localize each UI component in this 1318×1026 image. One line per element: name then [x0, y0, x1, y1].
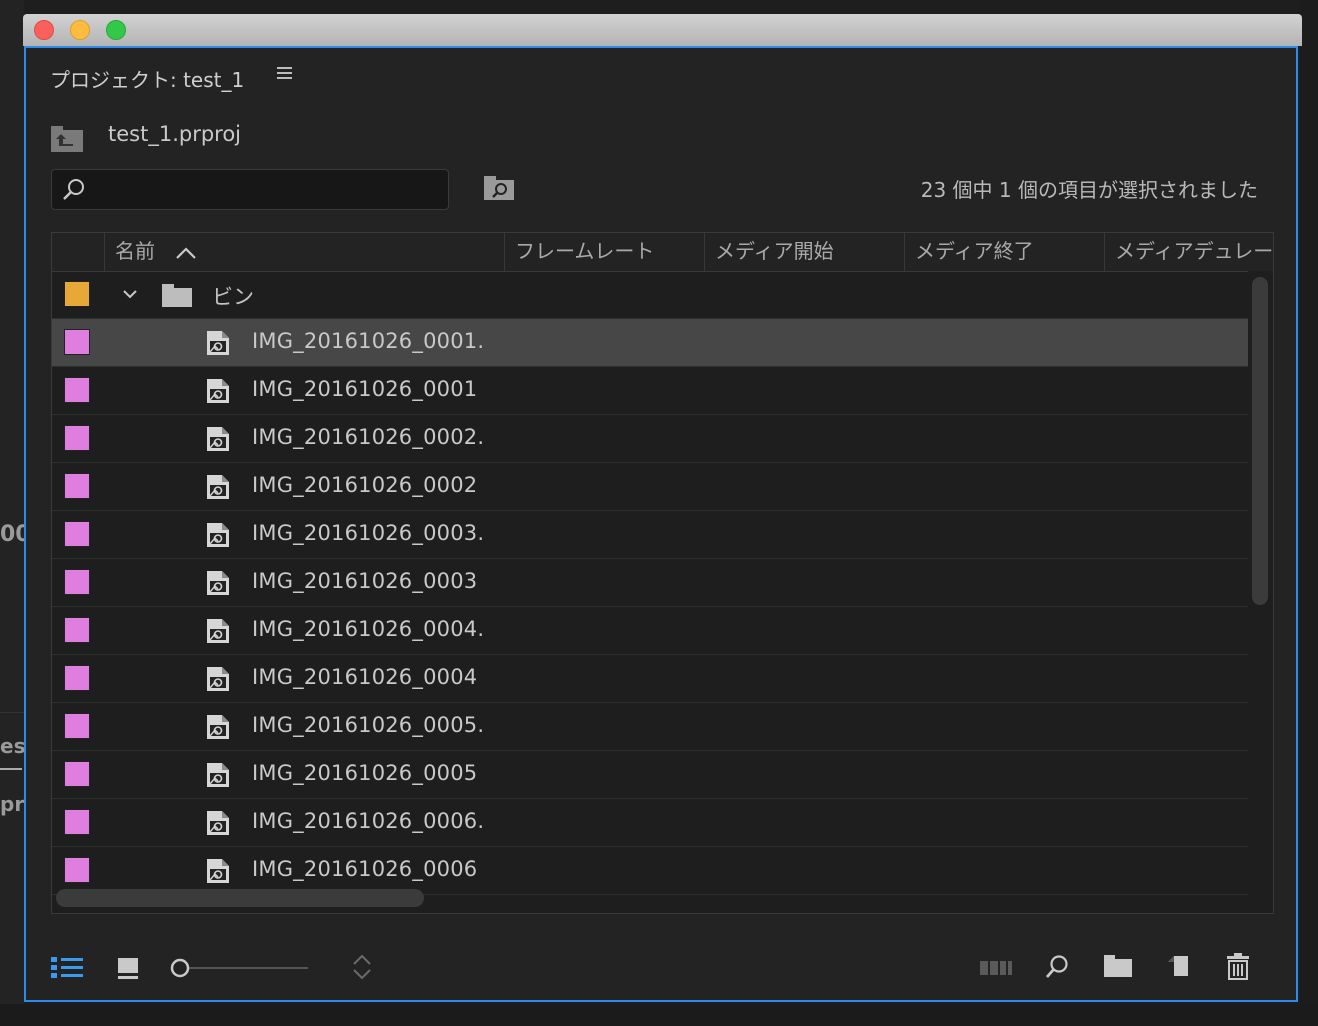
icon-view-icon[interactable] [116, 956, 140, 984]
image-file-icon [205, 617, 231, 649]
label-color-swatch[interactable] [64, 617, 90, 643]
item-name[interactable]: IMG_20161026_0004 [252, 665, 477, 689]
label-color-swatch[interactable] [64, 521, 90, 547]
label-color-swatch[interactable] [64, 761, 90, 787]
item-name[interactable]: IMG_20161026_0002 [252, 473, 477, 497]
image-file-icon [205, 713, 231, 745]
image-file-icon [205, 809, 231, 841]
label-color-swatch[interactable] [64, 281, 90, 307]
list-item[interactable]: IMG_20161026_0002. [52, 415, 1248, 463]
list-view-icon[interactable] [51, 956, 85, 984]
item-name[interactable]: IMG_20161026_0005. [252, 713, 484, 737]
background-divider [0, 712, 24, 713]
label-color-swatch[interactable] [64, 665, 90, 691]
image-file-icon [205, 569, 231, 601]
folder-icon [162, 283, 192, 311]
project-file-icon [51, 126, 83, 152]
item-name[interactable]: IMG_20161026_0001. [252, 329, 484, 353]
find-icon[interactable] [1044, 954, 1070, 984]
new-item-icon[interactable] [1166, 954, 1190, 982]
label-color-swatch[interactable] [64, 713, 90, 739]
window-titlebar[interactable] [23, 14, 1302, 46]
background-divider [0, 768, 22, 770]
column-name[interactable]: 名前 [104, 233, 504, 271]
clear-trash-icon[interactable] [1226, 952, 1250, 984]
bin-name[interactable]: ビン [212, 281, 254, 311]
background-fragment: pr [0, 792, 25, 816]
item-name[interactable]: IMG_20161026_0005 [252, 761, 477, 785]
bin-row[interactable]: ビン [52, 271, 1248, 319]
column-media-duration[interactable]: メディアデュレー [1104, 233, 1273, 271]
list-item[interactable]: IMG_20161026_0005 [52, 751, 1248, 799]
list-item[interactable]: IMG_20161026_0003. [52, 511, 1248, 559]
label-color-swatch[interactable] [64, 377, 90, 403]
list-item[interactable]: IMG_20161026_0004 [52, 655, 1248, 703]
search-icon [62, 178, 86, 206]
project-item-list: 名前 フレームレート メディア開始 メディア終了 メディアデュレー ビン IMG… [51, 232, 1274, 914]
image-file-icon [205, 473, 231, 505]
selection-status: 23 個中 1 個の項目が選択されました [920, 178, 1258, 202]
background-fragment: es [0, 734, 26, 758]
search-box[interactable] [51, 169, 449, 210]
image-file-icon [205, 521, 231, 553]
column-frame-rate[interactable]: フレームレート [504, 233, 704, 271]
background-app-right [1300, 0, 1318, 1026]
item-name[interactable]: IMG_20161026_0003 [252, 569, 477, 593]
label-color-swatch[interactable] [64, 569, 90, 595]
item-rows: ビン IMG_20161026_0001. IMG_20161026_0001 IM… [52, 271, 1248, 895]
project-file-name: test_1.prproj [108, 122, 242, 146]
find-in-bin-icon[interactable] [484, 176, 514, 204]
label-color-swatch[interactable] [64, 473, 90, 499]
list-item[interactable]: IMG_20161026_0005. [52, 703, 1248, 751]
column-label-color[interactable] [52, 233, 104, 271]
image-file-icon [205, 377, 231, 409]
hamburger-icon[interactable] [276, 62, 294, 86]
background-app-left [0, 0, 24, 1026]
image-file-icon [205, 665, 231, 697]
sort-ascending-icon [175, 235, 197, 271]
chevron-down-icon[interactable] [122, 285, 138, 304]
list-item[interactable]: IMG_20161026_0004. [52, 607, 1248, 655]
new-bin-icon[interactable] [1104, 955, 1132, 981]
automate-to-sequence-icon[interactable] [980, 960, 1014, 980]
item-name[interactable]: IMG_20161026_0003. [252, 521, 484, 545]
close-window-button[interactable] [34, 20, 54, 40]
column-media-start[interactable]: メディア開始 [704, 233, 904, 271]
label-color-swatch[interactable] [64, 857, 90, 883]
image-file-icon [205, 425, 231, 457]
label-color-swatch[interactable] [64, 425, 90, 451]
project-panel: プロジェクト: test_1 test_1.prproj 23 個中 1 個の項… [24, 46, 1298, 1002]
item-name[interactable]: IMG_20161026_0002. [252, 425, 484, 449]
label-color-swatch[interactable] [64, 329, 90, 355]
column-header-row: 名前 フレームレート メディア開始 メディア終了 メディアデュレー [52, 233, 1273, 272]
minimize-window-button[interactable] [70, 20, 90, 40]
image-file-icon [205, 329, 231, 361]
list-item[interactable]: IMG_20161026_0006. [52, 799, 1248, 847]
list-item[interactable]: IMG_20161026_0002 [52, 463, 1248, 511]
image-file-icon [205, 761, 231, 793]
zoom-slider[interactable] [170, 957, 310, 983]
list-item[interactable]: IMG_20161026_0003 [52, 559, 1248, 607]
search-input[interactable] [92, 174, 446, 206]
column-media-end[interactable]: メディア終了 [904, 233, 1104, 271]
list-item[interactable]: IMG_20161026_0001. [52, 319, 1248, 367]
sort-icon[interactable] [351, 953, 373, 985]
column-name-label: 名前 [115, 239, 155, 263]
horizontal-scrollbar-thumb[interactable] [56, 889, 424, 907]
panel-title[interactable]: プロジェクト: test_1 [50, 64, 244, 93]
background-app-bottom [0, 1004, 1318, 1026]
item-name[interactable]: IMG_20161026_0006 [252, 857, 477, 881]
zoom-window-button[interactable] [106, 20, 126, 40]
image-file-icon [205, 857, 231, 889]
item-name[interactable]: IMG_20161026_0001 [252, 377, 477, 401]
vertical-scrollbar-thumb[interactable] [1252, 277, 1268, 605]
item-name[interactable]: IMG_20161026_0004. [252, 617, 484, 641]
list-item[interactable]: IMG_20161026_0006 [52, 847, 1248, 895]
label-color-swatch[interactable] [64, 809, 90, 835]
item-name[interactable]: IMG_20161026_0006. [252, 809, 484, 833]
list-item[interactable]: IMG_20161026_0001 [52, 367, 1248, 415]
